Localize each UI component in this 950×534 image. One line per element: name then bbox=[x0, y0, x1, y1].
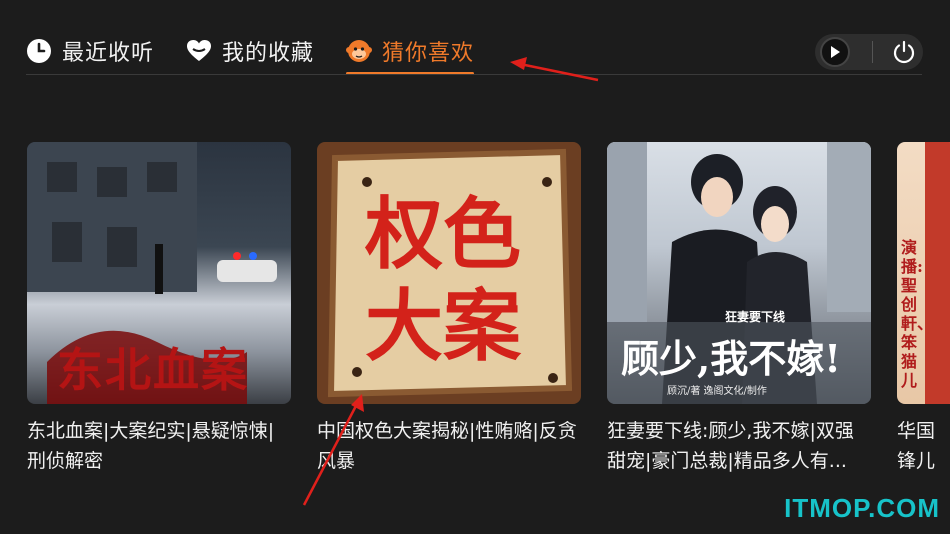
player-controls bbox=[815, 34, 923, 70]
book-cover[interactable]: 东北血案 bbox=[27, 142, 291, 404]
control-separator bbox=[872, 41, 873, 63]
book-title: 中国权色大案揭秘|性贿赂|反贪风暴 bbox=[317, 420, 577, 472]
power-icon bbox=[893, 40, 915, 64]
book-title: 狂妻要下线:顾少,我不嫁|双强甜宠|豪门总裁|精品多人有... bbox=[607, 420, 854, 472]
cover-subtitle-text: 狂妻要下线 bbox=[725, 310, 786, 324]
book-title: 华国锋儿演播 bbox=[897, 420, 936, 472]
play-icon bbox=[831, 46, 840, 58]
tab-recent[interactable]: 最近收听 bbox=[26, 34, 154, 68]
monkey-face-icon bbox=[346, 38, 373, 64]
book-cover[interactable]: 演播:聖创軒、笨猫儿 bbox=[897, 142, 950, 404]
tab-label: 我的收藏 bbox=[222, 41, 315, 66]
book-title: 东北血案|大案纪实|悬疑惊悚|刑侦解密 bbox=[27, 420, 275, 472]
watermark: ITMOP.COM bbox=[784, 493, 940, 523]
tab-label: 最近收听 bbox=[62, 41, 155, 66]
cover-title-line-2: 大案 bbox=[365, 281, 522, 372]
cover-title-text: 演播:聖创軒、笨猫儿 bbox=[901, 238, 934, 390]
audiobook-card[interactable]: 狂妻要下线 顾少,我不嫁! 顾沉/著 逸阁文化/制作 狂妻要下线:顾少,我不嫁|… bbox=[607, 142, 871, 476]
book-cover[interactable]: 狂妻要下线 顾少,我不嫁! 顾沉/著 逸阁文化/制作 bbox=[607, 142, 871, 404]
play-button[interactable] bbox=[820, 37, 850, 67]
audiobook-card[interactable]: 东北血案 东北血案|大案纪实|悬疑惊悚|刑侦解密 bbox=[27, 142, 291, 476]
tab-divider bbox=[26, 74, 922, 75]
clock-icon bbox=[26, 38, 52, 64]
audiobook-card[interactable]: 权色 大案 中国权色大案揭秘|性贿赂|反贪风暴 bbox=[317, 142, 581, 476]
category-tabs: 最近收听 我的收藏 猜你喜欢 bbox=[26, 34, 506, 75]
power-button[interactable] bbox=[891, 39, 917, 65]
cover-title-text: 顾少,我不嫁! bbox=[621, 336, 841, 381]
cover-title-text: 东北血案 bbox=[57, 343, 249, 397]
audiobook-card[interactable]: 演播:聖创軒、笨猫儿 华国锋儿演播 bbox=[897, 142, 950, 476]
tab-favorites[interactable]: 我的收藏 bbox=[186, 34, 314, 68]
heart-icon bbox=[186, 38, 212, 64]
book-cover[interactable]: 权色 大案 bbox=[317, 142, 581, 404]
tab-label: 猜你喜欢 bbox=[382, 41, 475, 66]
cover-stripe bbox=[925, 142, 950, 404]
cover-credit-text: 顾沉/著 逸阁文化/制作 bbox=[667, 386, 767, 397]
tab-recommended[interactable]: 猜你喜欢 bbox=[346, 34, 475, 75]
